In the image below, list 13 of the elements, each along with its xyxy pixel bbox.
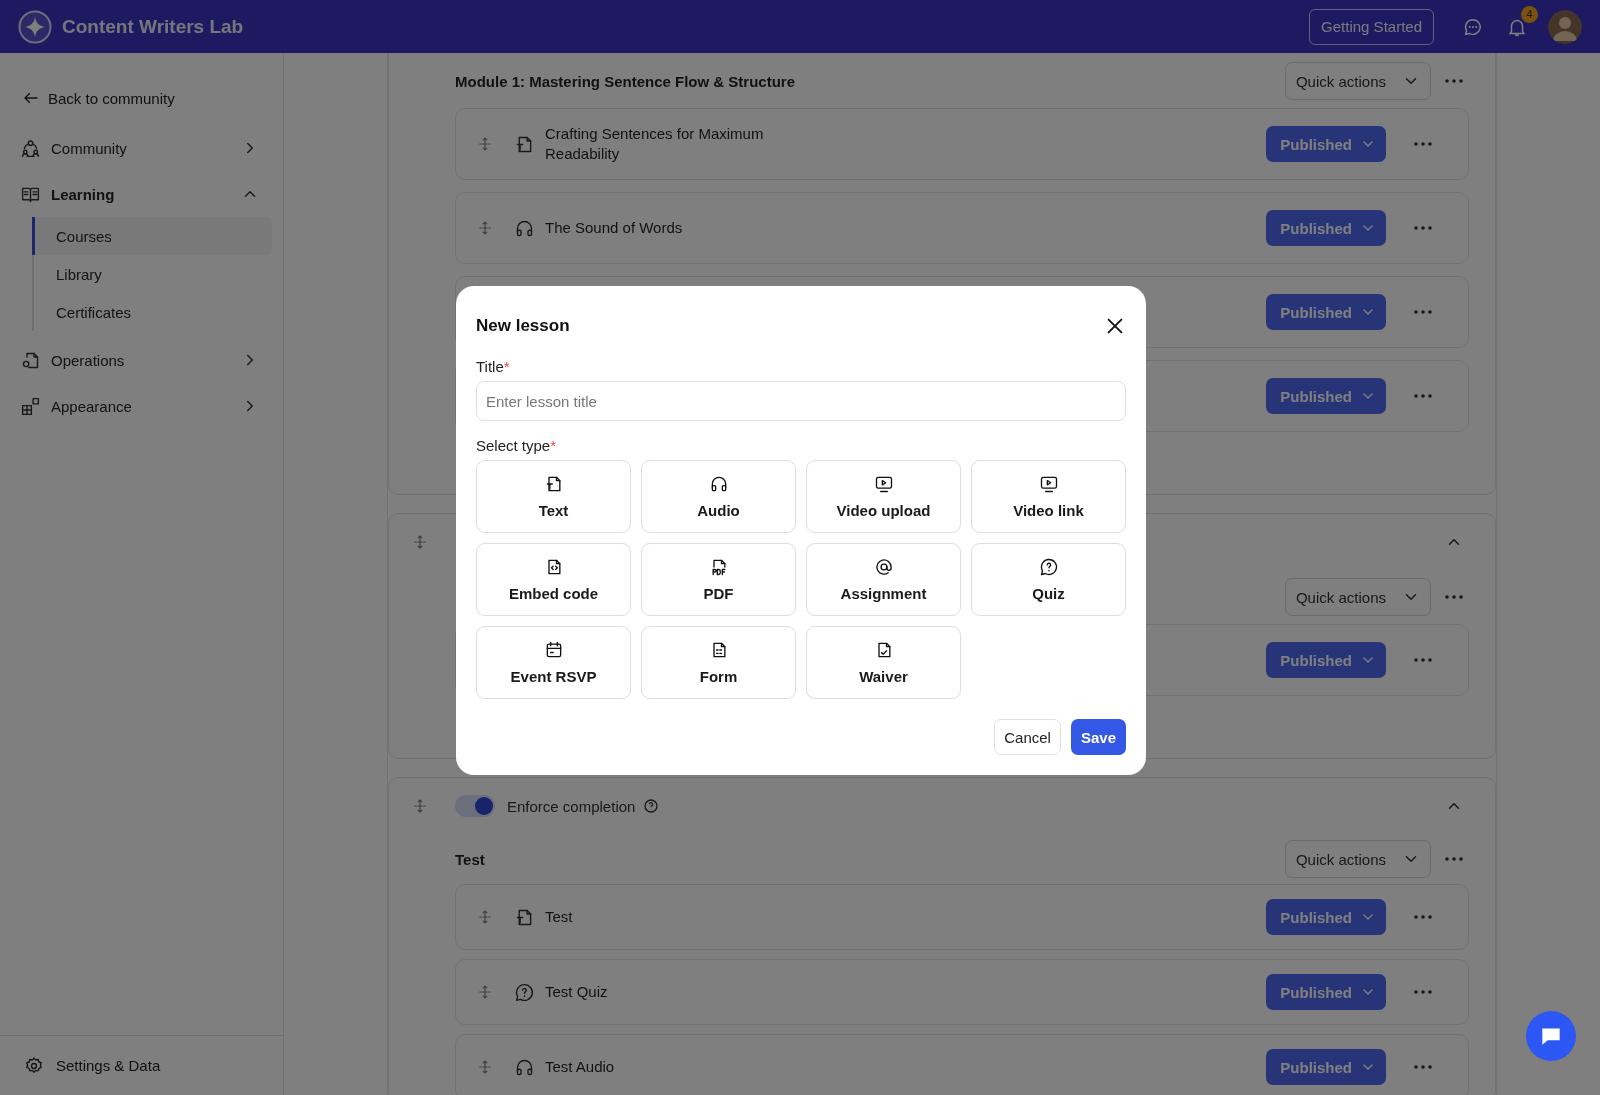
field-label: Title* bbox=[476, 358, 511, 375]
lesson-title: The Sound of Words bbox=[545, 218, 684, 238]
lesson-title: Test bbox=[545, 907, 574, 927]
notification-badge: 4 bbox=[1521, 5, 1538, 23]
app-name: Content Writers Lab bbox=[62, 15, 244, 38]
lesson-title: Test Audio bbox=[545, 1057, 616, 1077]
lesson-title: Crafting Sentences for Maximum Readability bbox=[545, 124, 765, 164]
dialog-title: New lesson bbox=[476, 316, 570, 336]
field-label: Select type* bbox=[476, 437, 558, 454]
lesson-title: Test Quiz bbox=[545, 982, 609, 1002]
module-title: Test bbox=[455, 850, 486, 868]
toggle-label: Enforce completion bbox=[507, 797, 636, 815]
module-title: Module 1: Mastering Sentence Flow & Structure bbox=[455, 72, 797, 90]
